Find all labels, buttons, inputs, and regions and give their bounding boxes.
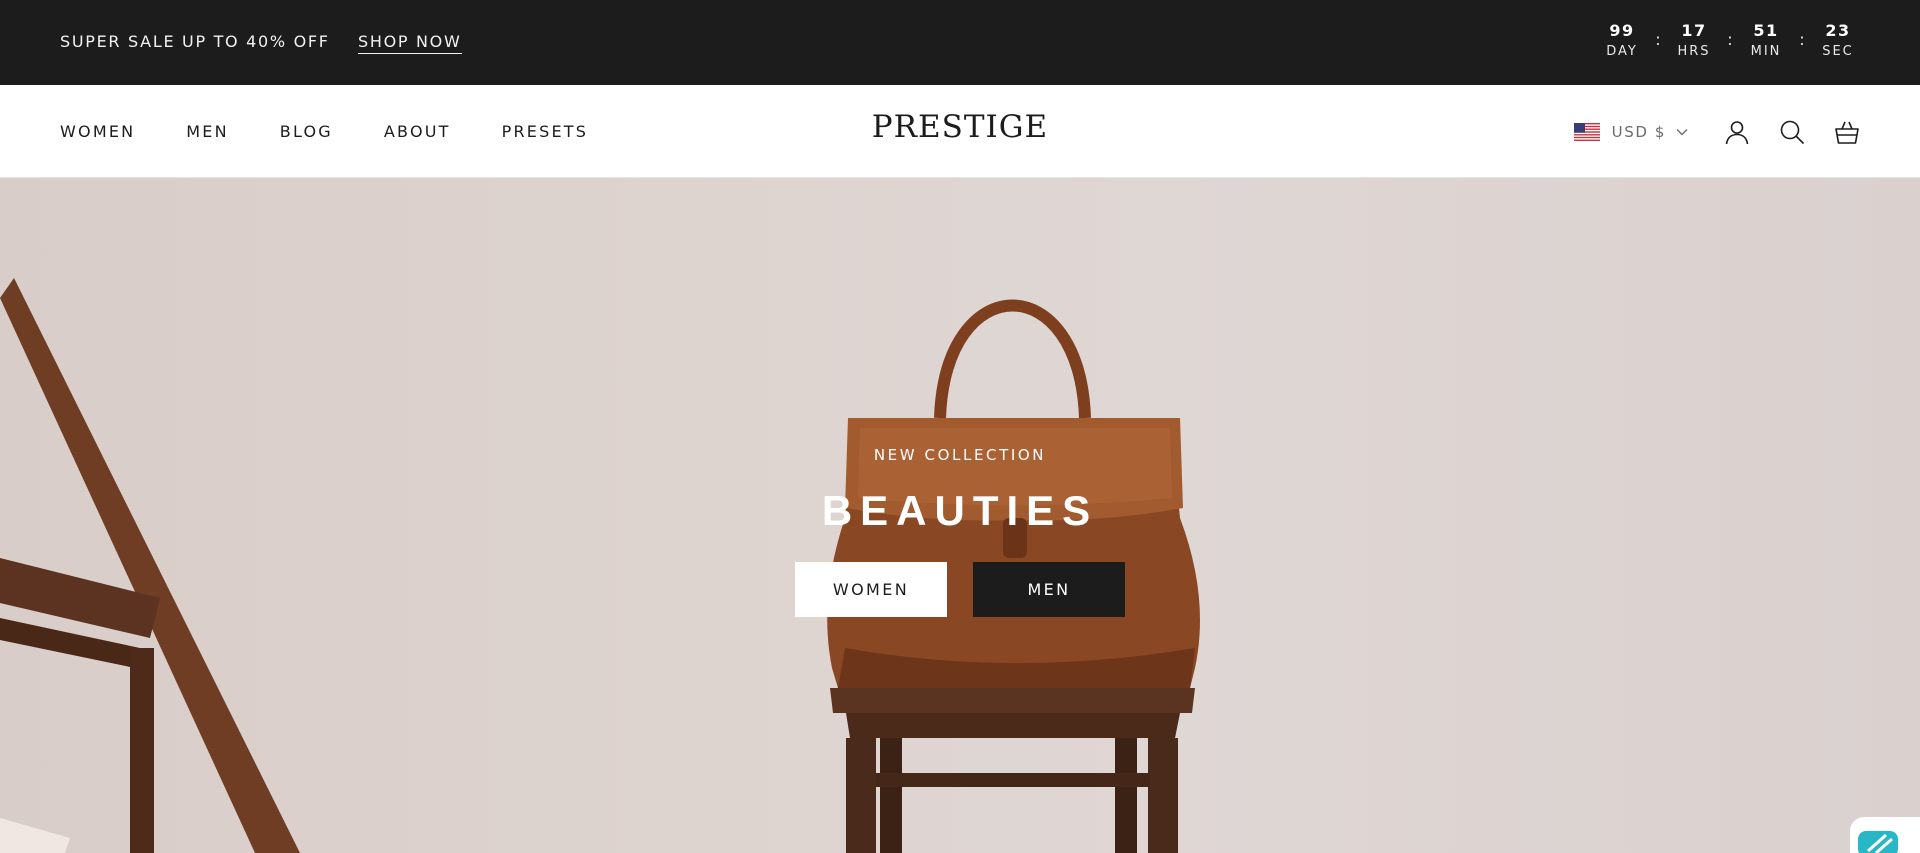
sale-text: SUPER SALE UP TO 40% OFF [60,32,330,51]
currency-label: USD $ [1611,122,1666,141]
hero-cta-row: WOMEN MEN [795,562,1125,617]
account-icon[interactable] [1724,119,1750,145]
countdown-hours-label: HRS [1677,44,1711,59]
shop-now-link[interactable]: SHOP NOW [358,32,462,54]
site-header: WOMEN MEN BLOG ABOUT PRESETS PRESTIGE US… [0,85,1920,178]
site-logo[interactable]: PRESTIGE [872,109,1048,145]
countdown-seconds-label: SEC [1822,44,1854,59]
hero-headline: BEAUTIES [821,487,1099,534]
main-nav: WOMEN MEN BLOG ABOUT PRESETS [60,85,639,178]
countdown-separator: : [1727,30,1733,49]
chat-widget[interactable] [1850,817,1920,853]
nav-item-blog[interactable]: BLOG [280,122,333,141]
chat-widget-icon [1858,831,1898,853]
countdown-days-label: DAY [1606,44,1638,59]
countdown-timer: 99 DAY : 17 HRS : 51 MIN : 23 SEC [1600,20,1860,59]
countdown-separator: : [1799,30,1805,49]
countdown-minutes: 51 MIN [1744,20,1788,59]
search-icon[interactable] [1779,119,1805,145]
countdown-days: 99 DAY [1600,20,1644,59]
shop-women-button[interactable]: WOMEN [795,562,947,617]
countdown-minutes-value: 51 [1753,21,1779,40]
chevron-down-icon [1676,128,1688,135]
nav-item-men[interactable]: MEN [186,122,228,141]
countdown-minutes-label: MIN [1750,44,1782,59]
countdown-separator: : [1655,30,1661,49]
nav-item-presets[interactable]: PRESETS [502,122,588,141]
countdown-seconds: 23 SEC [1816,20,1860,59]
cart-icon[interactable] [1834,119,1860,145]
countdown-hours-value: 17 [1681,21,1707,40]
announcement-bar: SUPER SALE UP TO 40% OFF SHOP NOW 99 DAY… [0,0,1920,85]
currency-selector[interactable]: USD $ [1573,122,1688,141]
hero-content: NEW COLLECTION BEAUTIES WOMEN MEN [0,446,1920,617]
nav-item-women[interactable]: WOMEN [60,122,135,141]
hero-banner: NEW COLLECTION BEAUTIES WOMEN MEN [0,178,1920,853]
countdown-seconds-value: 23 [1825,21,1851,40]
hero-eyebrow: NEW COLLECTION [873,446,1047,464]
header-tools: USD $ [1573,85,1860,178]
us-flag-icon [1573,122,1600,141]
nav-item-about[interactable]: ABOUT [384,122,451,141]
stool-graphic [830,688,1195,853]
countdown-days-value: 99 [1609,21,1635,40]
countdown-hours: 17 HRS [1672,20,1716,59]
shop-men-button[interactable]: MEN [973,562,1125,617]
